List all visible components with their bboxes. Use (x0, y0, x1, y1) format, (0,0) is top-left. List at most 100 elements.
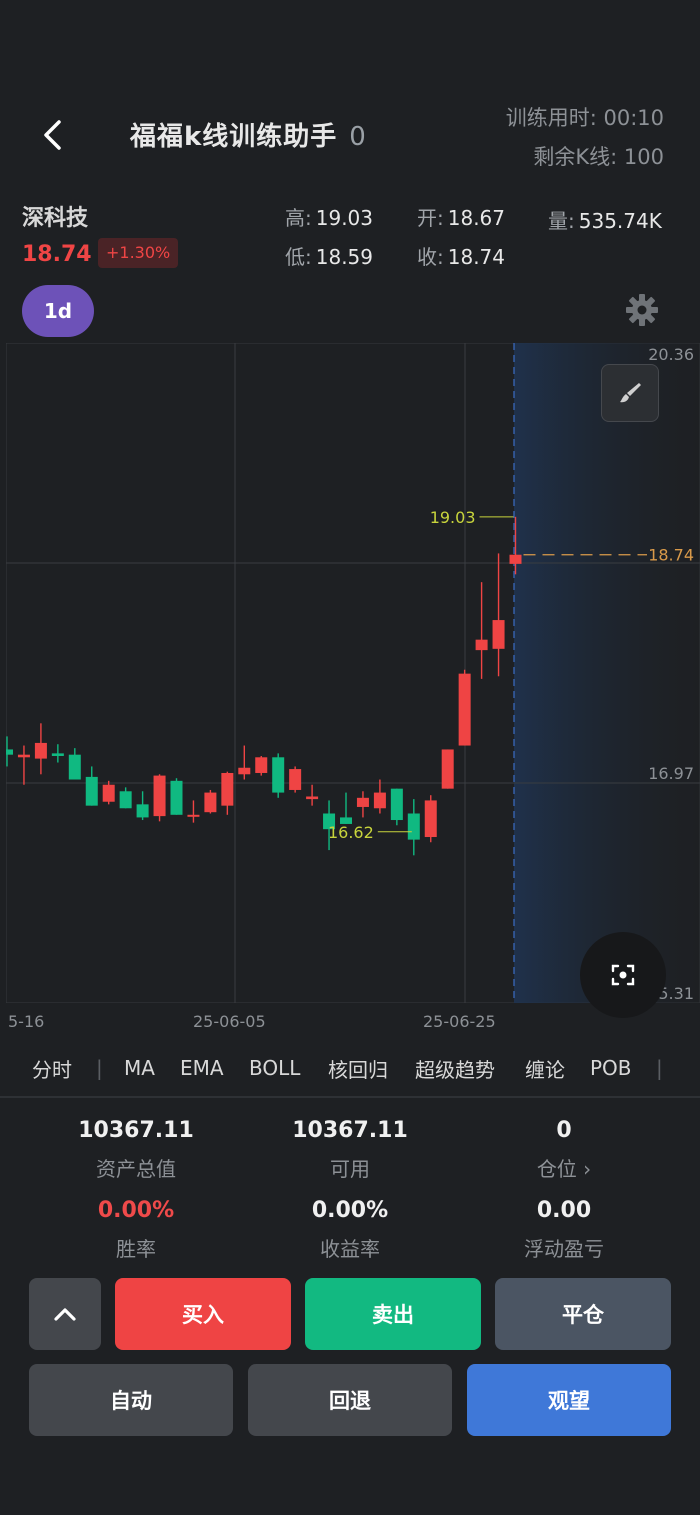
low-label: 低: (285, 245, 312, 269)
chevron-up-icon (54, 1308, 76, 1321)
high-label: 高: (285, 206, 312, 230)
high-marker-label: 19.03 (430, 508, 476, 527)
watch-button[interactable]: 观望 (467, 1364, 671, 1436)
change-badge: +1.30% (98, 238, 179, 268)
win-rate-stat: 0.00% 胜率 (19, 1198, 253, 1262)
train-time: 训练用时: 00:10 (506, 102, 664, 132)
candle-body (407, 813, 420, 840)
tab-chan-theory[interactable]: 缠论 (525, 1054, 565, 1083)
close-position-button[interactable]: 平仓 (495, 1278, 671, 1350)
settings-button[interactable] (624, 292, 660, 328)
divider (0, 1096, 700, 1098)
buy-button[interactable]: 买入 (115, 1278, 291, 1350)
stock-name: 深科技 (22, 206, 89, 231)
close-stat: 收: 18.74 (417, 241, 505, 270)
candle-body (221, 772, 234, 806)
available-value: 10367.11 (292, 1118, 408, 1143)
tab-separator: | (656, 1056, 663, 1080)
remaining-k-label: 剩余K线: (533, 145, 618, 169)
candle-body (373, 792, 386, 809)
candle-body (390, 788, 403, 821)
candle-body (68, 754, 81, 780)
future-zone (514, 343, 700, 1003)
tab-boll[interactable]: BOLL (249, 1056, 300, 1080)
return-rate-label: 收益率 (320, 1237, 380, 1261)
candle-body (119, 791, 132, 809)
close-value: 18.74 (447, 245, 506, 269)
candle-body (102, 784, 115, 802)
indicator-tabs: 分时 | MA EMA BOLL 核回归 超级趋势 缠论 POB | (0, 1048, 700, 1088)
volume-label: 量: (548, 209, 575, 233)
chart-canvas[interactable]: 19.0316.6218.74 20.36 16.97 15.31 (1, 342, 700, 1004)
chevron-left-icon (44, 120, 61, 150)
floating-pnl-label: 浮动盈亏 (524, 1237, 604, 1261)
candle-body (17, 754, 30, 758)
candle-body (238, 767, 251, 775)
sell-button[interactable]: 卖出 (305, 1278, 481, 1350)
position-value: 0 (556, 1118, 572, 1143)
candle-body (204, 792, 217, 813)
candle-body (272, 757, 285, 793)
open-stat: 开: 18.67 (417, 202, 505, 231)
candle-body (458, 673, 471, 746)
position-label[interactable]: 仓位 › (447, 1153, 681, 1182)
win-rate-value: 0.00% (97, 1198, 175, 1223)
remaining-k: 剩余K线: 100 (533, 141, 664, 171)
kline-chart[interactable]: 19.03 16.62 18.74 20.36 16.97 15.31 (1, 342, 700, 1004)
gear-icon (626, 294, 658, 326)
page-title: 福福k线训练助手 0 (130, 116, 367, 153)
high-value: 19.03 (315, 206, 374, 230)
candle-body (306, 796, 319, 800)
rollback-button[interactable]: 回退 (248, 1364, 452, 1436)
train-time-value: 00:10 (603, 106, 664, 130)
candle-body (136, 804, 149, 818)
back-button[interactable] (28, 110, 78, 160)
draw-tool-button[interactable] (601, 364, 659, 422)
title-text: 福福k线训练助手 (130, 122, 338, 152)
tab-separator: | (96, 1056, 103, 1080)
candle-body (509, 554, 522, 564)
period-selector[interactable]: 1d (22, 285, 94, 337)
x-tick-label: 25-06-05 (193, 1012, 266, 1031)
train-time-label: 训练用时: (505, 106, 597, 130)
low-marker-label: 16.62 (328, 823, 374, 842)
candle-body (34, 742, 47, 759)
tab-timeshare[interactable]: 分时 (32, 1054, 72, 1083)
brush-icon (620, 383, 641, 403)
low-value: 18.59 (315, 245, 374, 269)
stock-price: 18.74 (22, 242, 92, 267)
x-tick-label: 25-06-25 (423, 1012, 496, 1031)
total-assets-label: 资产总值 (96, 1157, 176, 1181)
tab-supertrend[interactable]: 超级趋势 (415, 1054, 495, 1083)
candle-body (492, 620, 505, 649)
volume-value: 535.74K (578, 209, 662, 233)
remaining-k-value: 100 (623, 145, 664, 169)
tab-pob[interactable]: POB (590, 1056, 632, 1080)
candle-body (153, 775, 166, 817)
tab-ma[interactable]: MA (124, 1056, 155, 1080)
expand-button[interactable] (29, 1278, 101, 1350)
auto-button[interactable]: 自动 (29, 1364, 233, 1436)
volume-stat: 量: 535.74K (548, 205, 662, 234)
floating-pnl-value: 0.00 (536, 1198, 592, 1223)
tab-ema[interactable]: EMA (180, 1056, 224, 1080)
total-assets-stat: 10367.11 资产总值 (19, 1118, 253, 1182)
win-rate-label: 胜率 (116, 1237, 156, 1261)
focus-button[interactable] (580, 932, 666, 1018)
candle-body (255, 757, 268, 773)
total-assets-value: 10367.11 (78, 1118, 194, 1143)
available-label: 可用 (330, 1157, 370, 1181)
y-tick-label: 20.36 (648, 345, 694, 364)
candle-body (51, 753, 64, 756)
tab-kernel-regression[interactable]: 核回归 (328, 1054, 388, 1083)
candle-body (187, 814, 200, 817)
position-stat[interactable]: 0 仓位 › (447, 1118, 681, 1182)
candle-body (424, 800, 437, 838)
low-stat: 低: 18.59 (285, 241, 373, 270)
high-stat: 高: 19.03 (285, 202, 373, 231)
candle-body (289, 769, 302, 790)
candle-body (475, 639, 488, 651)
return-rate-value: 0.00% (311, 1198, 389, 1223)
close-label: 收: (417, 245, 444, 269)
last-price-label: 18.74 (648, 546, 694, 565)
